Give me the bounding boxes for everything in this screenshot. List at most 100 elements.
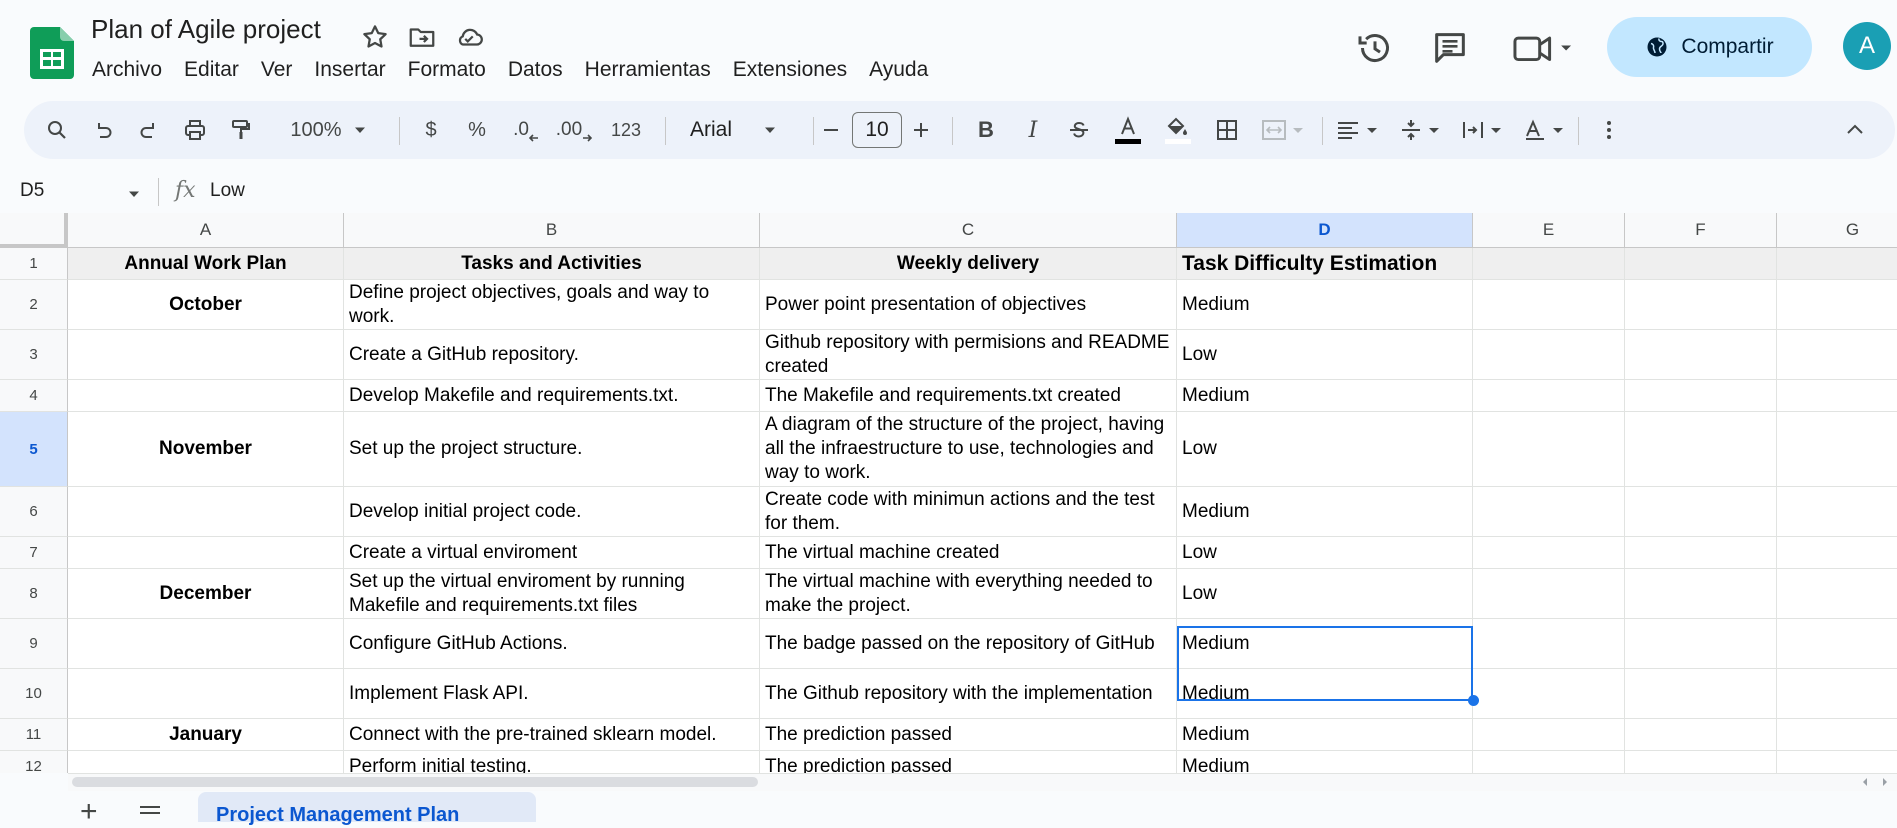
more-options-icon[interactable]	[1592, 101, 1626, 159]
cell-e12[interactable]	[1473, 751, 1625, 773]
cell-a12[interactable]	[68, 751, 344, 773]
cell-c11[interactable]: The prediction passed	[760, 719, 1177, 751]
cell-c3[interactable]: Github repository with permisions and RE…	[760, 330, 1177, 380]
cell-c1[interactable]: Weekly delivery	[760, 248, 1177, 280]
fill-handle[interactable]	[1468, 695, 1479, 706]
decrease-font-size-button[interactable]	[814, 101, 848, 159]
font-size-input[interactable]: 10	[852, 112, 902, 148]
row-header-7[interactable]: 7	[0, 537, 68, 569]
cell-e9[interactable]	[1473, 619, 1625, 669]
cell-a10[interactable]	[68, 669, 344, 719]
column-header-c[interactable]: C	[760, 213, 1177, 248]
menu-data[interactable]: Datos	[497, 56, 574, 86]
cell-c2[interactable]: Power point presentation of objectives	[760, 280, 1177, 330]
cell-g2[interactable]	[1777, 280, 1897, 330]
move-to-folder-icon[interactable]	[407, 22, 437, 52]
cell-g1[interactable]	[1777, 248, 1897, 280]
cell-d2[interactable]: Medium	[1177, 280, 1473, 330]
cell-f2[interactable]	[1625, 280, 1777, 330]
cell-e1[interactable]	[1473, 248, 1625, 280]
row-header-1[interactable]: 1	[0, 248, 68, 280]
vertical-align-icon[interactable]	[1394, 101, 1450, 159]
menu-help[interactable]: Ayuda	[858, 56, 939, 86]
row-header-12[interactable]: 12	[0, 751, 68, 773]
borders-icon[interactable]	[1210, 101, 1244, 159]
scroll-right-icon[interactable]	[1879, 776, 1891, 788]
cell-b6[interactable]: Develop initial project code.	[344, 487, 760, 537]
cell-d8[interactable]: Low	[1177, 569, 1473, 619]
cell-a8[interactable]: December	[68, 569, 344, 619]
avatar[interactable]: A	[1843, 22, 1891, 70]
cell-d7[interactable]: Low	[1177, 537, 1473, 569]
cell-e10[interactable]	[1473, 669, 1625, 719]
cell-a7[interactable]	[68, 537, 344, 569]
cell-e7[interactable]	[1473, 537, 1625, 569]
cell-b3[interactable]: Create a GitHub repository.	[344, 330, 760, 380]
menu-file[interactable]: Archivo	[82, 56, 173, 86]
increase-font-size-button[interactable]	[904, 101, 938, 159]
sheets-logo-icon[interactable]	[30, 27, 74, 79]
cell-b9[interactable]: Configure GitHub Actions.	[344, 619, 760, 669]
cell-b12[interactable]: Perform initial testing.	[344, 751, 760, 773]
cell-c4[interactable]: The Makefile and requirements.txt create…	[760, 380, 1177, 412]
row-header-11[interactable]: 11	[0, 719, 68, 751]
cell-f11[interactable]	[1625, 719, 1777, 751]
menu-edit[interactable]: Editar	[173, 56, 250, 86]
cell-g9[interactable]	[1777, 619, 1897, 669]
cell-d3[interactable]: Low	[1177, 330, 1473, 380]
search-menus-icon[interactable]	[40, 101, 74, 159]
cell-b7[interactable]: Create a virtual enviroment	[344, 537, 760, 569]
cell-a6[interactable]	[68, 487, 344, 537]
increase-decimals-button[interactable]: .00	[552, 101, 596, 159]
paint-format-icon[interactable]	[224, 101, 258, 159]
column-header-f[interactable]: F	[1625, 213, 1777, 248]
row-header-4[interactable]: 4	[0, 380, 68, 412]
cell-c7[interactable]: The virtual machine created	[760, 537, 1177, 569]
cell-a9[interactable]	[68, 619, 344, 669]
cell-g10[interactable]	[1777, 669, 1897, 719]
row-header-2[interactable]: 2	[0, 280, 68, 330]
name-box[interactable]: D5	[20, 180, 44, 202]
bold-icon[interactable]: B	[969, 101, 1003, 159]
horizontal-scrollbar-thumb[interactable]	[72, 777, 758, 787]
cell-f12[interactable]	[1625, 751, 1777, 773]
add-sheet-icon[interactable]: +	[80, 797, 98, 827]
row-header-6[interactable]: 6	[0, 487, 68, 537]
zoom-select[interactable]: 100%	[286, 101, 346, 159]
cell-d4[interactable]: Medium	[1177, 380, 1473, 412]
cell-e4[interactable]	[1473, 380, 1625, 412]
document-title[interactable]: Plan of Agile project	[91, 14, 321, 45]
cell-a2[interactable]: October	[68, 280, 344, 330]
cell-d10[interactable]: Medium	[1177, 669, 1473, 719]
cell-g5[interactable]	[1777, 412, 1897, 487]
cell-a3[interactable]	[68, 330, 344, 380]
menu-extensions[interactable]: Extensiones	[722, 56, 858, 86]
cell-b11[interactable]: Connect with the pre-trained sklearn mod…	[344, 719, 760, 751]
redo-icon[interactable]	[132, 101, 166, 159]
cell-g11[interactable]	[1777, 719, 1897, 751]
cell-b2[interactable]: Define project objectives, goals and way…	[344, 280, 760, 330]
cell-f9[interactable]	[1625, 619, 1777, 669]
cell-e11[interactable]	[1473, 719, 1625, 751]
row-header-8[interactable]: 8	[0, 569, 68, 619]
more-formats-button[interactable]: 123	[604, 101, 648, 159]
font-chevron-down-icon[interactable]	[760, 101, 780, 159]
cell-d1[interactable]: Task Difficulty Estimation	[1177, 248, 1473, 280]
cell-a5[interactable]: November	[68, 412, 344, 487]
column-header-a[interactable]: A	[68, 213, 344, 248]
cell-a11[interactable]: January	[68, 719, 344, 751]
cell-d6[interactable]: Medium	[1177, 487, 1473, 537]
cell-b4[interactable]: Develop Makefile and requirements.txt.	[344, 380, 760, 412]
cell-g6[interactable]	[1777, 487, 1897, 537]
cell-f4[interactable]	[1625, 380, 1777, 412]
cell-f8[interactable]	[1625, 569, 1777, 619]
undo-icon[interactable]	[86, 101, 120, 159]
cell-c6[interactable]: Create code with minimun actions and the…	[760, 487, 1177, 537]
collapse-menus-icon[interactable]	[1838, 101, 1872, 159]
select-all-corner[interactable]	[0, 213, 68, 248]
cell-g3[interactable]	[1777, 330, 1897, 380]
format-currency-button[interactable]: $	[416, 101, 446, 159]
menu-tools[interactable]: Herramientas	[574, 56, 722, 86]
spreadsheet-grid[interactable]: A B C D E F G 1 Annual Work Plan Tasks and…	[0, 213, 1897, 773]
cell-d9[interactable]: Medium	[1177, 619, 1473, 669]
